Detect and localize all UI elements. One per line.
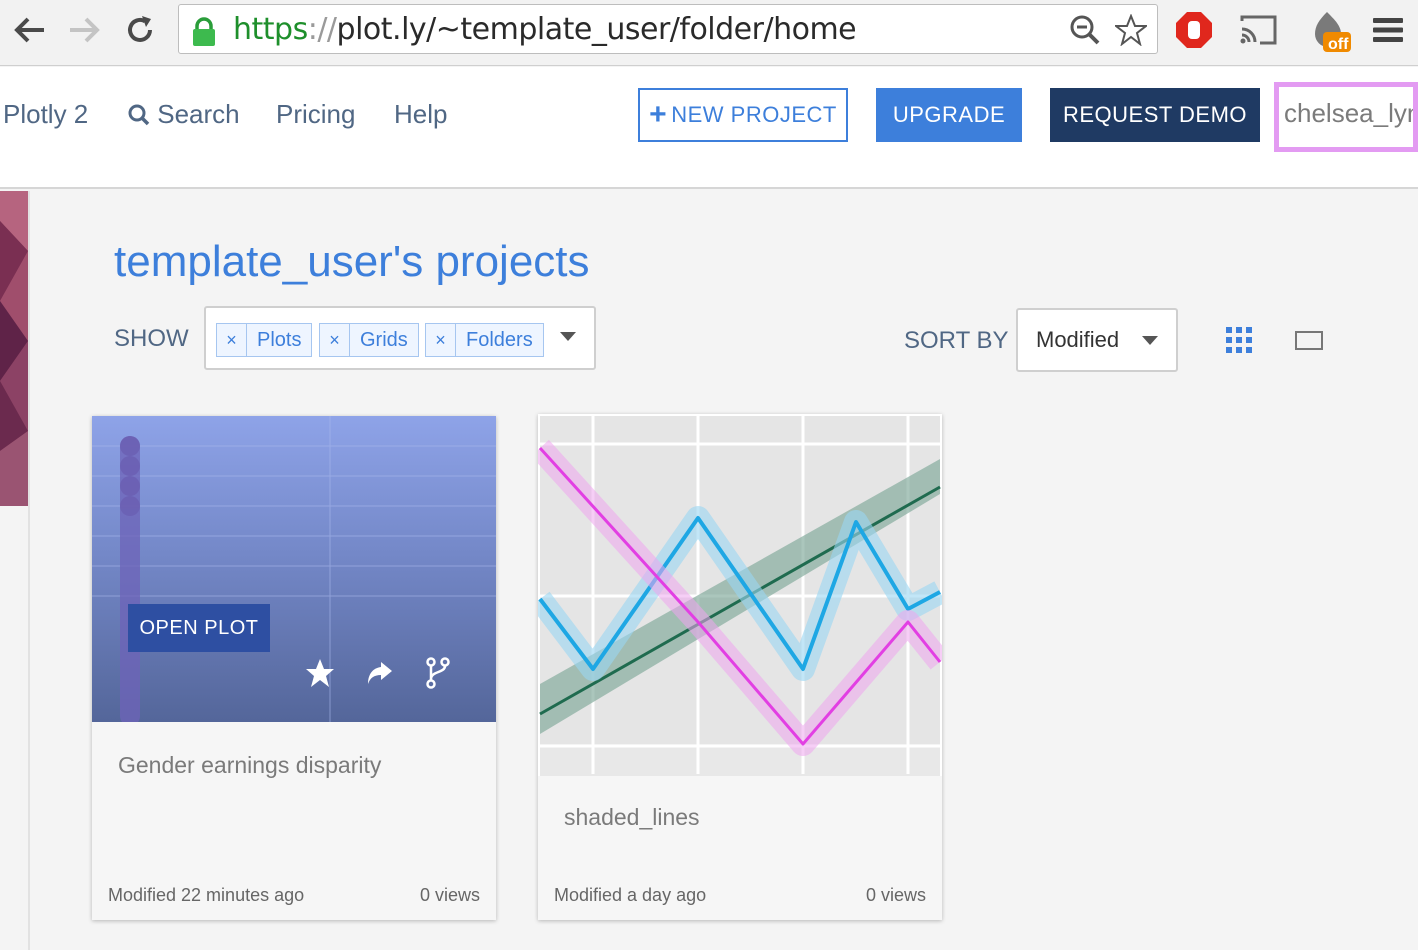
project-card[interactable]: shaded_lines Modified a day ago 0 views <box>538 414 942 920</box>
grid-view-button[interactable] <box>1224 325 1254 355</box>
plot-thumbnail[interactable]: OPEN PLOT <box>92 416 496 722</box>
share-icon <box>368 662 392 684</box>
filter-chip-label: Plots <box>257 328 302 351</box>
pricing-link[interactable]: Pricing <box>276 97 355 131</box>
filter-chip-grids: × Grids <box>319 323 419 357</box>
username: chelsea_lyn <box>1284 98 1418 128</box>
sidebar-decoration <box>0 191 28 506</box>
plus-icon: + <box>649 98 668 131</box>
extension-off-button[interactable]: off <box>1306 8 1354 53</box>
upgrade-button[interactable]: UPGRADE <box>876 88 1022 142</box>
back-arrow-icon <box>14 17 44 43</box>
zoom-button[interactable] <box>1069 14 1101 46</box>
sort-value: Modified <box>1036 327 1120 352</box>
view-count: 0 views <box>419 885 480 905</box>
back-button[interactable] <box>12 12 48 48</box>
favorite-button[interactable] <box>303 656 337 690</box>
browser-menu-button[interactable] <box>1366 8 1410 52</box>
project-name-link[interactable]: Gender earnings disparity <box>118 752 381 779</box>
adblock-extension[interactable] <box>1172 8 1216 52</box>
filter-chip-plots: × Plots <box>216 323 313 357</box>
modified-time: Modified a day ago <box>554 885 707 905</box>
divider <box>28 191 30 950</box>
new-project-label: NEW PROJECT <box>671 102 837 127</box>
browser-toolbar: https://plot.ly/~template_user/folder/ho… <box>0 0 1418 66</box>
filter-chip-label: Folders <box>466 328 533 351</box>
list-view-icon <box>1295 331 1323 350</box>
new-project-button[interactable]: + NEW PROJECT <box>638 88 848 142</box>
bookmark-star-icon <box>1115 14 1147 46</box>
help-link[interactable]: Help <box>394 97 447 131</box>
menu-icon <box>1373 18 1403 42</box>
remove-filter-grids-button[interactable]: × <box>320 324 350 356</box>
url-text: https://plot.ly/~template_user/folder/ho… <box>233 12 857 47</box>
forward-arrow-icon <box>70 17 100 43</box>
search-link[interactable]: Search <box>128 97 240 131</box>
extension-off-badge: off <box>1328 36 1349 53</box>
zoom-icon <box>1070 15 1100 45</box>
remove-filter-plots-button[interactable]: × <box>217 324 247 356</box>
filter-chip-label: Grids <box>360 328 408 351</box>
page-title: template_user's projects <box>114 237 590 286</box>
reload-button[interactable] <box>122 12 158 48</box>
grid-view-icon <box>1226 327 1252 353</box>
adblock-hand-icon <box>1176 12 1212 48</box>
request-demo-button[interactable]: REQUEST DEMO <box>1050 88 1260 142</box>
site-header: Plotly 2 Search Pricing Help + NEW PROJE… <box>0 67 1418 189</box>
fork-button[interactable] <box>421 656 455 690</box>
cast-icon <box>1240 15 1277 45</box>
share-button[interactable] <box>362 656 396 690</box>
remove-filter-folders-button[interactable]: × <box>426 324 456 356</box>
modified-time: Modified 22 minutes ago <box>108 885 305 905</box>
cast-button[interactable] <box>1236 8 1280 52</box>
user-menu[interactable]: chelsea_lyn <box>1274 82 1418 152</box>
sort-select[interactable]: Modified <box>1016 308 1178 372</box>
show-filter-select[interactable]: × Plots × Grids × Folders <box>204 306 596 370</box>
bookmark-button[interactable] <box>1115 14 1147 46</box>
search-label: Search <box>157 99 240 129</box>
show-label: SHOW <box>114 325 189 352</box>
project-card[interactable]: OPEN PLOT Gender earnings disparity Modi… <box>92 416 496 920</box>
address-bar[interactable]: https://plot.ly/~template_user/folder/ho… <box>178 4 1158 54</box>
project-name-link[interactable]: shaded_lines <box>564 804 700 831</box>
search-icon <box>128 104 150 126</box>
caret-down-icon[interactable] <box>560 332 576 341</box>
reload-icon <box>128 16 152 42</box>
caret-down-icon <box>1142 336 1158 345</box>
filter-chip-folders: × Folders <box>425 323 544 357</box>
lock-icon <box>193 17 215 46</box>
view-count: 0 views <box>865 885 926 905</box>
list-view-button[interactable] <box>1294 326 1324 356</box>
brand-link[interactable]: Plotly 2 <box>3 97 88 131</box>
forward-button[interactable] <box>66 12 102 48</box>
star-icon <box>306 659 334 687</box>
fork-icon <box>426 657 450 689</box>
sort-label: SORT BY <box>904 327 1009 354</box>
plot-thumbnail[interactable] <box>538 414 942 776</box>
open-plot-button[interactable]: OPEN PLOT <box>128 604 270 652</box>
